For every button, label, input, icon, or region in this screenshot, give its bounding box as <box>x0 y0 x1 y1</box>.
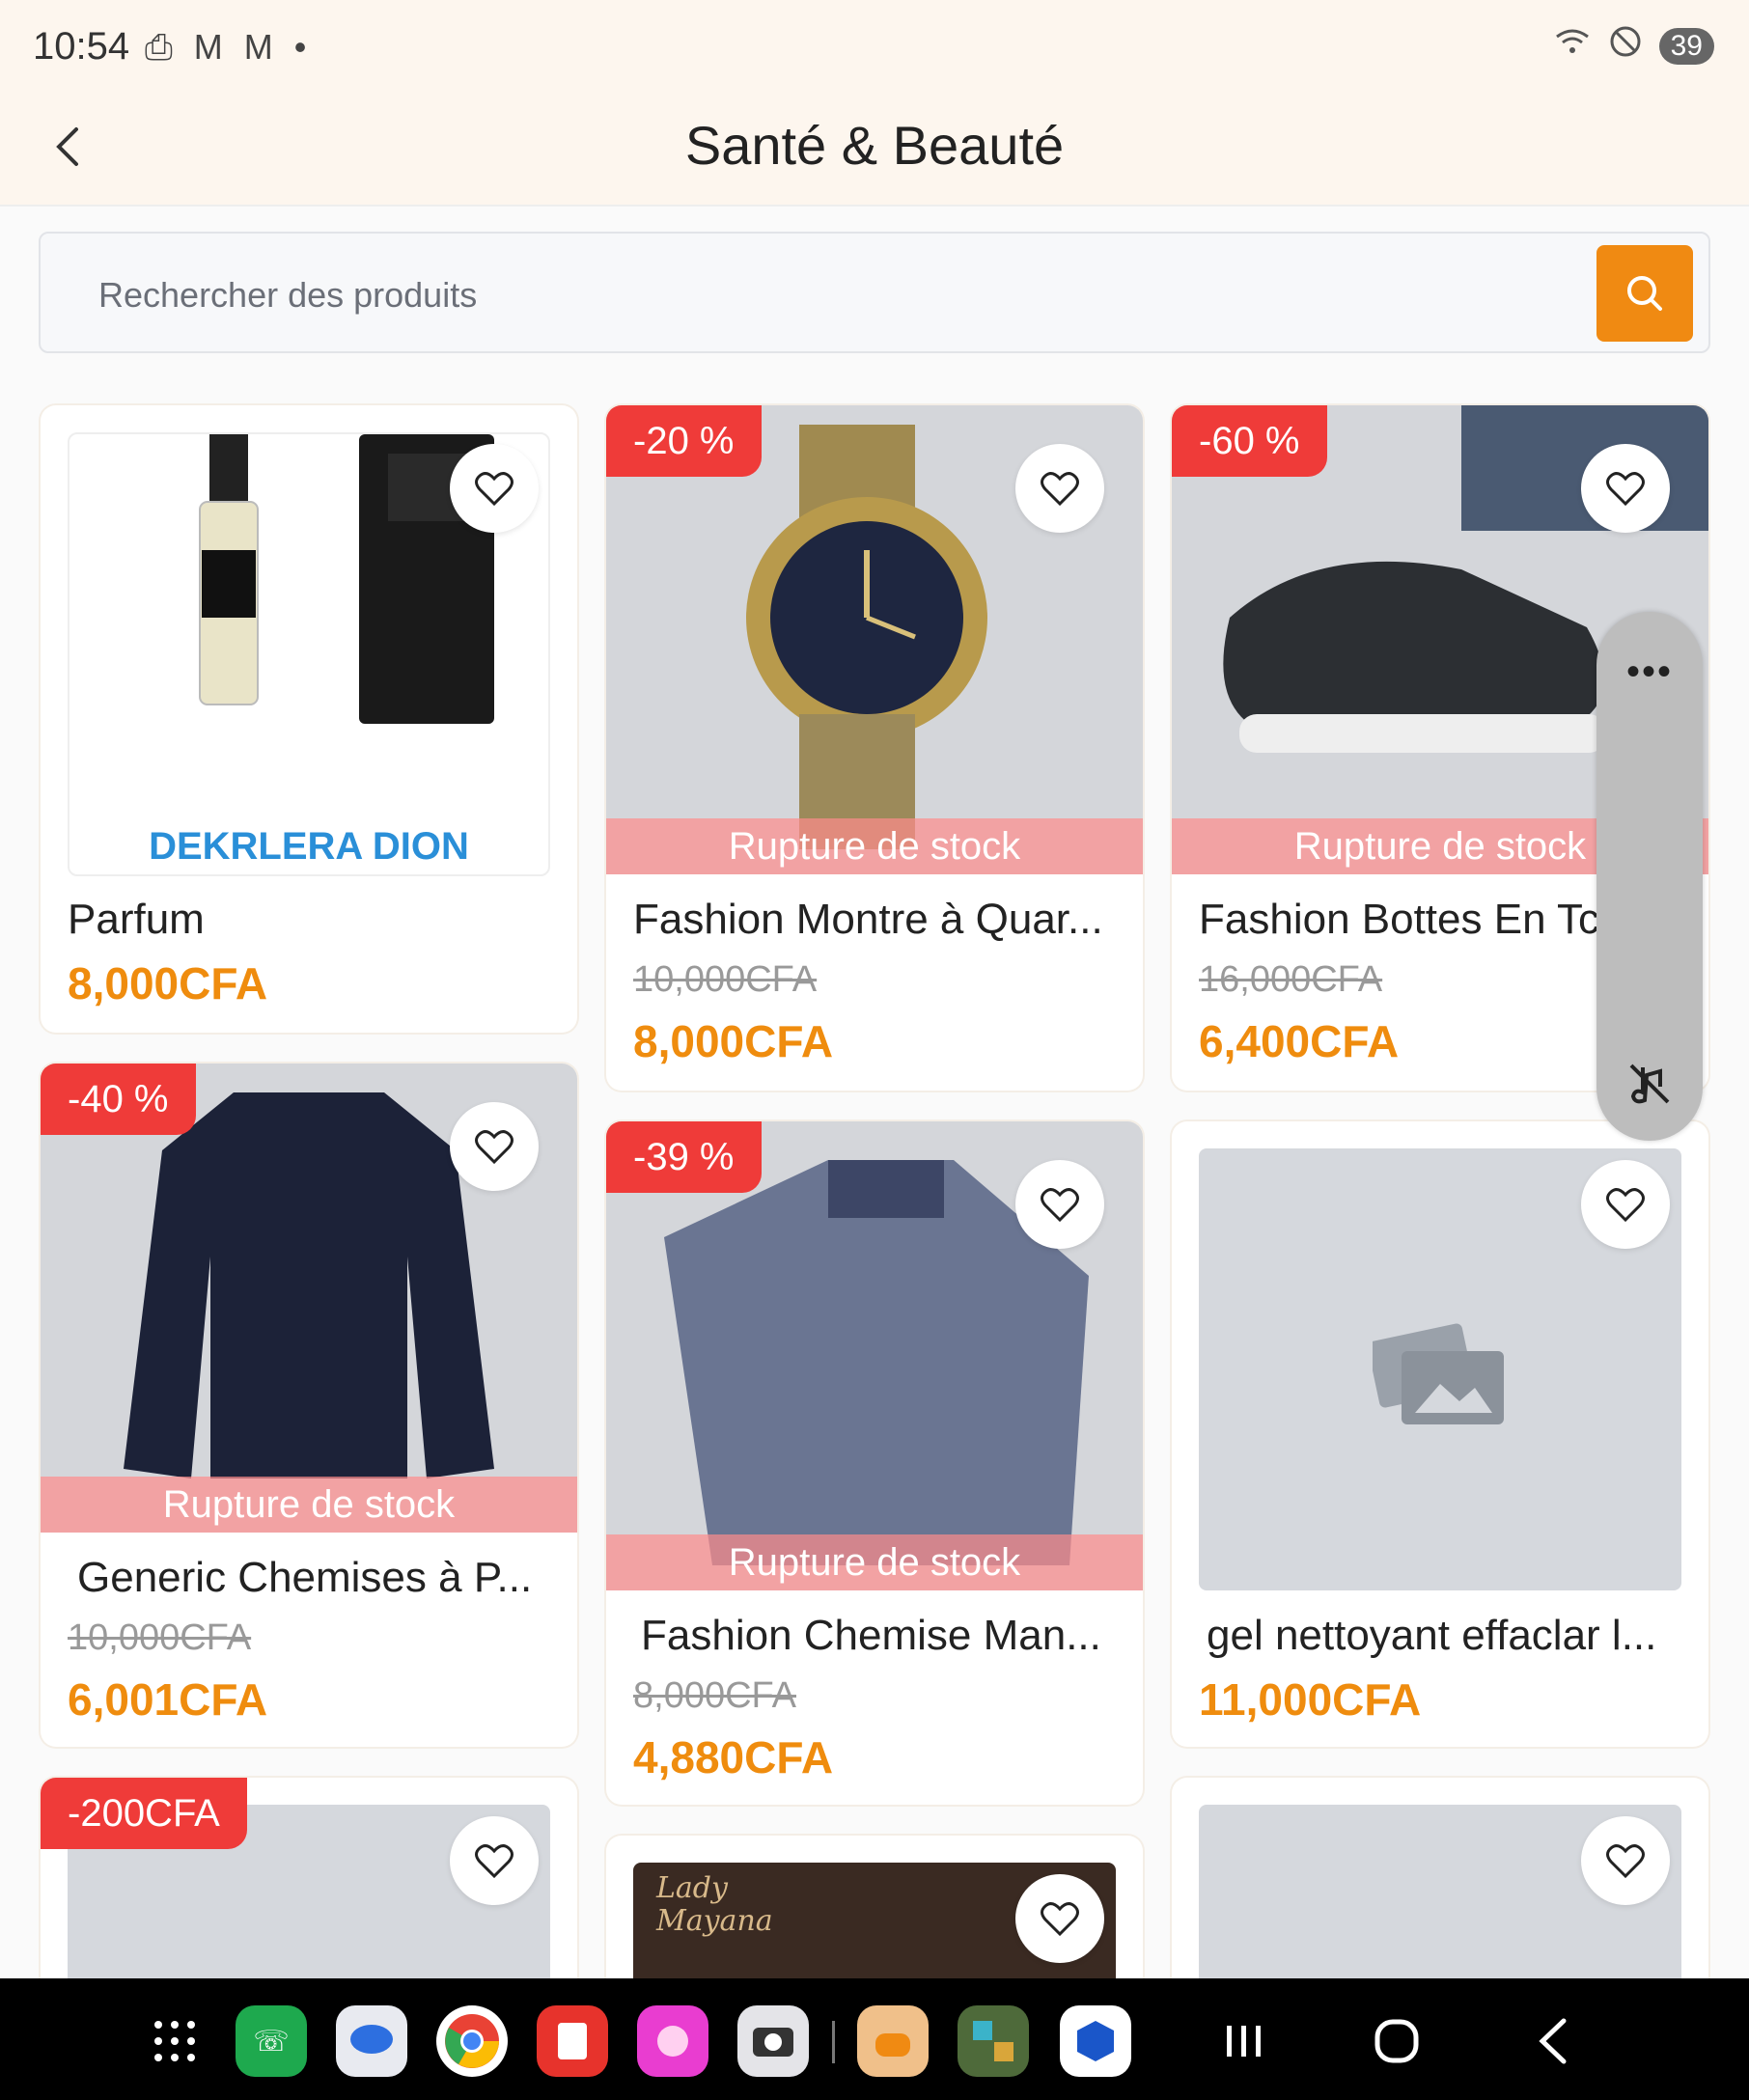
product-price: 4,880CFA <box>633 1732 834 1782</box>
product-price: 11,000CFA <box>1199 1674 1422 1725</box>
home-button[interactable] <box>1363 2007 1430 2075</box>
discount-badge: -200CFA <box>41 1778 247 1849</box>
out-of-stock-label: Rupture de stock <box>41 1477 577 1533</box>
product-name: Generic Chemises à P... <box>77 1554 533 1601</box>
heart-icon <box>1041 1188 1079 1222</box>
out-of-stock-label: Rupture de stock <box>606 818 1143 874</box>
product-brand-text: DEKRLERA DION <box>149 825 469 868</box>
gallery-icon[interactable] <box>637 2005 708 2077</box>
floating-edge-panel[interactable]: ••• <box>1596 612 1703 1141</box>
favorite-button[interactable] <box>450 444 539 533</box>
product-price: 6,001CFA <box>68 1674 268 1725</box>
status-bar: 10:54 ⎙ M M • 39 <box>0 0 1749 97</box>
heart-icon <box>1606 1844 1645 1878</box>
apps-grid-icon[interactable] <box>139 2005 210 2077</box>
heart-icon <box>475 1844 514 1878</box>
discount-badge: -39 % <box>606 1121 762 1193</box>
messages-icon[interactable] <box>336 2005 407 2077</box>
out-of-stock-label: Rupture de stock <box>606 1534 1143 1590</box>
product-old-price: 8,000CFA <box>633 1675 796 1716</box>
nav-divider <box>832 2021 835 2063</box>
favorite-button[interactable] <box>450 1102 539 1191</box>
product-price: 8,000CFA <box>68 958 268 1009</box>
heart-icon <box>1606 1188 1645 1222</box>
discount-badge: -20 % <box>606 405 762 477</box>
status-time: 10:54 <box>33 25 130 68</box>
search-bar <box>39 232 1710 353</box>
product-price: 6,400CFA <box>1199 1016 1400 1066</box>
store-app-icon[interactable] <box>1060 2005 1131 2077</box>
phone-icon[interactable]: ☏ <box>236 2005 307 2077</box>
app-bar: Santé & Beauté <box>0 97 1749 207</box>
product-card[interactable]: -20 % Rupture de stock Fashion Montre à … <box>606 405 1143 1091</box>
notification-icons: ⎙ M M • <box>145 27 313 67</box>
product-old-price: 10,000CFA <box>633 959 818 1000</box>
search-input[interactable] <box>98 268 1546 322</box>
favorite-button[interactable] <box>1015 1874 1104 1963</box>
heart-icon <box>1041 1902 1079 1936</box>
chrome-icon[interactable] <box>436 2005 508 2077</box>
more-options-icon[interactable]: ••• <box>1596 650 1703 694</box>
product-image-text: Lady Mayana <box>656 1871 773 1938</box>
favorite-button[interactable] <box>1581 1816 1670 1905</box>
recent-apps-button[interactable] <box>1210 2007 1278 2075</box>
product-name: gel nettoyant effaclar l... <box>1207 1612 1657 1659</box>
product-card[interactable]: -40 % Rupture de stock Generic Chemises … <box>41 1064 577 1747</box>
product-name: Parfum <box>68 896 205 943</box>
discount-badge: -40 % <box>41 1064 196 1135</box>
notes-icon[interactable] <box>537 2005 608 2077</box>
wifi-icon <box>1553 27 1592 65</box>
favorite-button[interactable] <box>1015 444 1104 533</box>
back-nav-button[interactable] <box>1519 2007 1587 2075</box>
page-title: Santé & Beauté <box>684 115 1065 176</box>
product-old-price: 16,000CFA <box>1199 959 1383 1000</box>
search-button[interactable] <box>1596 245 1693 342</box>
mute-icon[interactable] <box>1625 1060 1674 1108</box>
image-placeholder-icon <box>1373 1323 1504 1424</box>
heart-icon <box>1041 472 1079 506</box>
system-icons: 39 <box>1553 25 1714 67</box>
favorite-button[interactable] <box>1581 444 1670 533</box>
heart-icon <box>475 472 514 506</box>
navigation-bar: ☏ <box>0 1978 1749 2100</box>
discount-badge: -60 % <box>1172 405 1327 477</box>
product-price: 8,000CFA <box>633 1016 834 1066</box>
favorite-button[interactable] <box>1581 1160 1670 1249</box>
search-icon <box>1627 276 1662 311</box>
product-card[interactable]: DEKRLERA DION Parfum 8,000CFA <box>41 405 577 1033</box>
heart-icon <box>1606 472 1645 506</box>
product-card[interactable]: -39 % Rupture de stock Fashion Chemise M… <box>606 1121 1143 1805</box>
product-name: Fashion Montre à Quar... <box>633 896 1103 943</box>
product-name: Fashion Chemise Man... <box>641 1612 1101 1659</box>
favorite-button[interactable] <box>1015 1160 1104 1249</box>
game-app-icon[interactable] <box>958 2005 1029 2077</box>
product-card[interactable]: gel nettoyant effaclar l... 11,000CFA <box>1172 1121 1708 1747</box>
shop-app-icon[interactable] <box>857 2005 929 2077</box>
dnd-icon <box>1609 25 1642 67</box>
camera-icon[interactable] <box>737 2005 809 2077</box>
battery-indicator: 39 <box>1658 27 1714 65</box>
favorite-button[interactable] <box>450 1816 539 1905</box>
product-old-price: 10,000CFA <box>68 1617 252 1658</box>
heart-icon <box>475 1130 514 1164</box>
